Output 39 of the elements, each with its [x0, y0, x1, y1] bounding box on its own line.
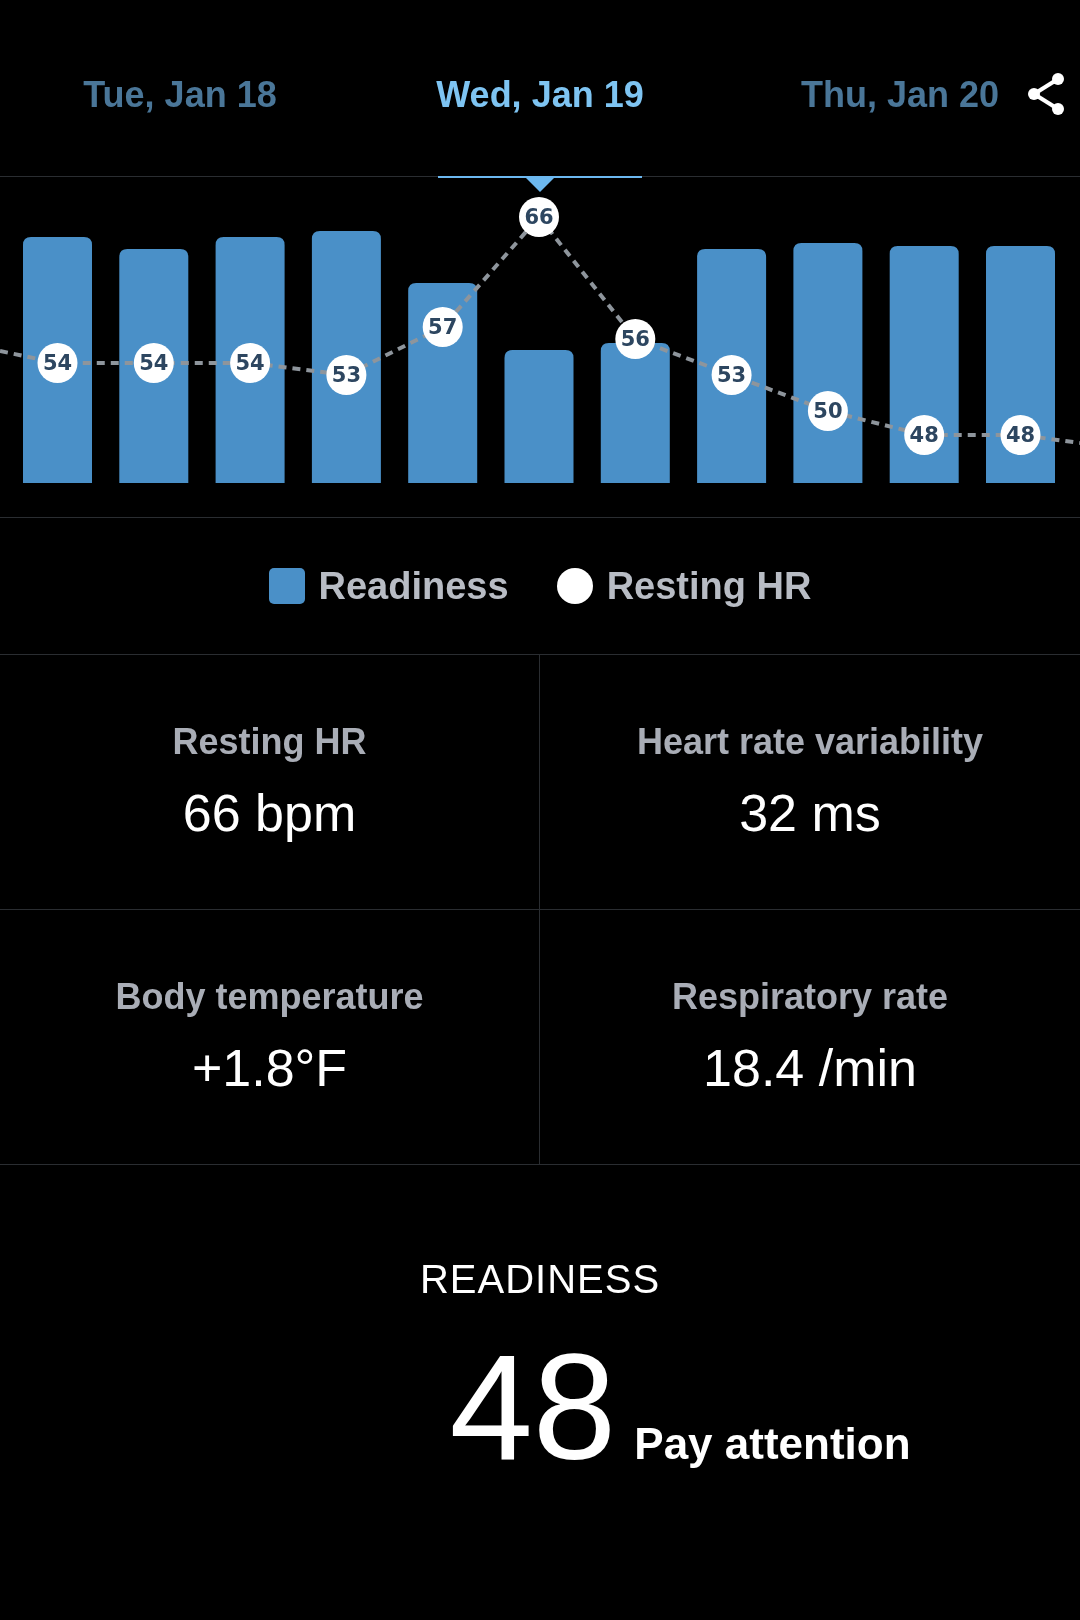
share-icon[interactable] — [1026, 72, 1066, 116]
data-label: 56 — [620, 327, 650, 351]
metric-value: 66 bpm — [182, 783, 357, 843]
data-point — [904, 415, 945, 455]
data-label: 54 — [235, 351, 265, 375]
data-label: 66 — [524, 205, 554, 229]
metric-label: Respiratory rate — [671, 976, 949, 1018]
readiness-title: READINESS — [419, 1257, 661, 1302]
data-label: 53 — [331, 363, 361, 387]
metric-label: Heart rate variability — [636, 721, 984, 763]
data-point — [519, 197, 559, 237]
metric-value: +1.8°F — [191, 1038, 348, 1098]
metric-label: Resting HR — [172, 721, 367, 763]
legend-label: Resting HR — [606, 564, 812, 608]
legend-label: Readiness — [318, 564, 509, 608]
data-label: 48 — [909, 423, 939, 447]
data-label: 53 — [717, 363, 747, 387]
date-tab[interactable]: Tue, Jan 18 — [83, 74, 277, 116]
metric-value: 32 ms — [739, 783, 881, 843]
data-label: 57 — [428, 315, 458, 339]
readiness-score: 48 — [449, 1332, 617, 1482]
data-point — [230, 343, 271, 383]
data-point — [615, 319, 656, 359]
data-point — [807, 391, 848, 431]
data-label: 48 — [1005, 423, 1036, 447]
metric-value: 18.4 /min — [703, 1038, 917, 1098]
data-point — [1000, 415, 1041, 455]
data-point — [711, 355, 752, 395]
data-point — [37, 343, 78, 383]
data-label: 54 — [139, 351, 169, 375]
date-tab[interactable]: Thu, Jan 20 — [800, 74, 1000, 116]
date-tab[interactable]: Wed, Jan 19 — [436, 74, 644, 116]
data-label: 54 — [42, 351, 73, 375]
data-point — [133, 343, 174, 383]
metric-label: Body temperature — [115, 976, 424, 1018]
data-point — [326, 355, 367, 395]
data-label: 50 — [813, 399, 843, 423]
data-point — [422, 307, 463, 347]
readiness-status: Pay attention — [634, 1419, 911, 1469]
